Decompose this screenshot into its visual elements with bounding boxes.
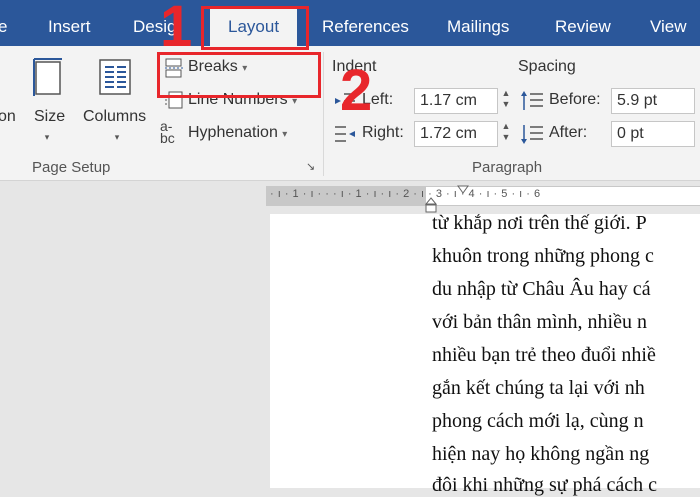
group-separator [323, 52, 324, 176]
columns-icon[interactable] [98, 56, 134, 98]
step-1-marker: 1 [160, 0, 193, 59]
spacing-after-input[interactable]: 0 pt [611, 121, 695, 147]
spacing-before-label: Before: [549, 91, 601, 108]
indent-left-input[interactable]: 1.17 cm [414, 88, 498, 114]
document-line: hiện nay họ không ngần ng [432, 443, 650, 465]
indent-marker-icon[interactable] [456, 185, 470, 207]
orientation-label[interactable]: on [0, 108, 16, 126]
document-line: du nhập từ Châu Âu hay cá [432, 278, 651, 300]
tab-file[interactable]: e [0, 0, 7, 46]
indent-right-icon [335, 126, 355, 142]
document-line: với bản thân mình, nhiều n [432, 311, 647, 333]
page-setup-launcher-icon[interactable]: ↘ [306, 160, 315, 173]
indent-left-stepper[interactable]: ▲ ▼ [501, 88, 511, 110]
hyphenation-label: Hyphenation [188, 124, 278, 141]
document-line: từ khắp nơi trên thế giới. P [432, 212, 647, 234]
indent-right-input[interactable]: 1.72 cm [414, 121, 498, 147]
tab-mailings[interactable]: Mailings [447, 0, 509, 46]
spacing-after-icon [521, 125, 543, 144]
size-button[interactable]: Size [34, 108, 65, 126]
tab-review[interactable]: Review [555, 0, 611, 46]
indent-right-label: Right: [362, 124, 404, 141]
document-line: đôi khi những sự phá cách c [432, 474, 657, 496]
size-icon[interactable] [32, 56, 66, 98]
tab-insert[interactable]: Insert [48, 0, 91, 46]
spacing-heading: Spacing [518, 58, 576, 75]
hyphenation-button[interactable]: Hyphenation ▾ [188, 124, 287, 142]
indent-right-stepper[interactable]: ▲ ▼ [501, 121, 511, 143]
size-dropdown-icon: ▾ [44, 132, 50, 142]
columns-button[interactable]: Columns [83, 108, 146, 126]
ribbon-tab-bar: e Insert Desig Layout References Mailing… [0, 0, 700, 46]
document-line: gắn kết chúng ta lại với nh [432, 377, 645, 399]
tab-references[interactable]: References [322, 0, 409, 46]
page-setup-group-label: Page Setup [32, 159, 111, 176]
document-line: nhiều bạn trẻ theo đuổi nhiề [432, 344, 656, 366]
spacing-after-label: After: [549, 124, 588, 141]
document-line: phong cách mới lạ, cùng n [432, 410, 644, 432]
columns-dropdown-icon: ▾ [114, 132, 120, 142]
document-line: khuôn trong những phong c [432, 245, 654, 267]
step-2-marker: 2 [340, 58, 373, 123]
layout-tab-highlight [201, 6, 309, 50]
spacing-before-icon [521, 91, 543, 110]
hyphenation-dropdown-icon: ▾ [282, 129, 288, 140]
ruler-ticks: · ı · 1 · ı · · · ı · 1 · ı · ı · 2 · ı … [270, 188, 541, 200]
spacing-before-input[interactable]: 5.9 pt [611, 88, 695, 114]
tab-view[interactable]: View [650, 0, 687, 46]
horizontal-ruler[interactable]: · ı · 1 · ı · · · ı · 1 · ı · ı · 2 · ı … [266, 185, 700, 213]
paragraph-group-label: Paragraph [472, 159, 543, 176]
hyphenation-icon: a-bc [160, 118, 175, 146]
